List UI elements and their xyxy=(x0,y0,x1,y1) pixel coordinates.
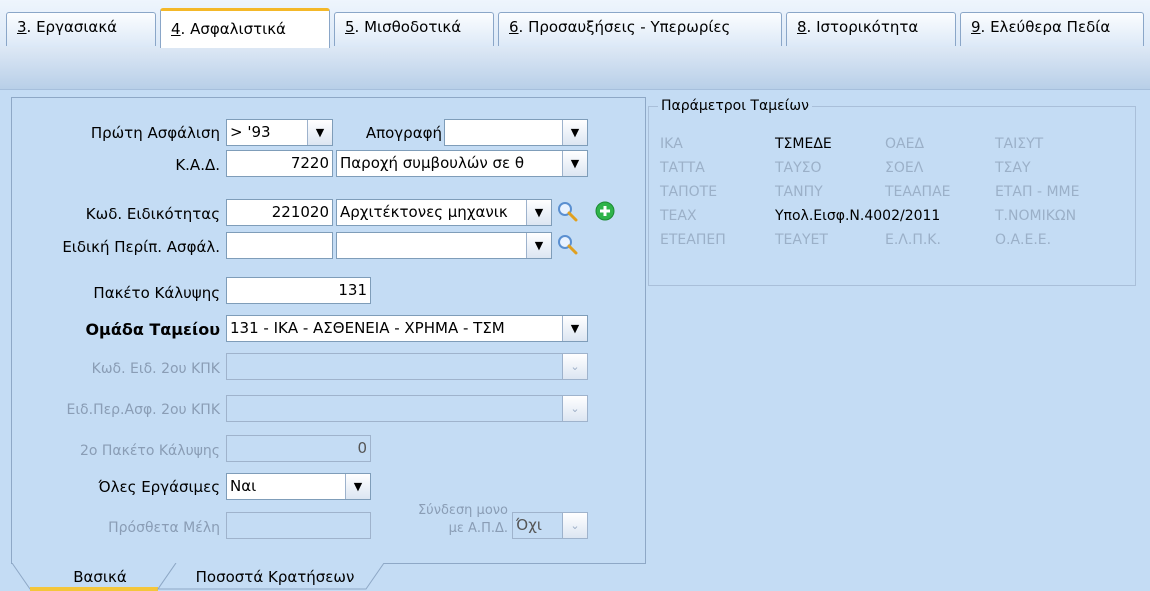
tab-mnemonic: 3 xyxy=(17,18,27,36)
param-elpk: Ε.Λ.Π.Κ. xyxy=(885,232,941,248)
fund-parameters-title: Παράμετροι Ταμείων xyxy=(658,98,812,114)
first-insurance-select[interactable]: > '93 ▼ xyxy=(226,119,333,146)
chevron-down-icon[interactable]: ▼ xyxy=(562,316,587,341)
param-oaee: Ο.Α.Ε.Ε. xyxy=(995,232,1052,248)
coverage-package2-label: 2ο Πακέτο Κάλυψης xyxy=(79,443,220,459)
param-teaapae: ΤΕΑΑΠΑΕ xyxy=(885,184,951,200)
extra-members-input xyxy=(226,512,371,539)
tab-label: . Εργασιακά xyxy=(26,18,118,36)
param-ypol-eisf: Υπολ.Εισφ.Ν.4002/2011 xyxy=(775,208,941,224)
param-tsmede: ΤΣΜΕΔΕ xyxy=(775,136,832,152)
tab-work[interactable]: 3. Εργασιακά xyxy=(6,12,156,46)
bottom-tab-deduction-rates[interactable]: Ποσοστά Κρατήσεων xyxy=(170,565,380,591)
toolbar-band xyxy=(0,47,1150,90)
chevron-down-icon[interactable]: ▼ xyxy=(526,200,551,225)
special-case-desc-select[interactable]: ▼ xyxy=(336,232,552,259)
chevron-down-icon[interactable]: ▼ xyxy=(562,151,587,176)
add-icon[interactable] xyxy=(594,200,616,222)
specialty-label: Κωδ. Ειδικότητας xyxy=(85,205,220,223)
tab-label: . Ιστορικότητα xyxy=(806,18,919,36)
inventory-select[interactable]: ▼ xyxy=(444,119,588,146)
tab-label: . Μισθοδοτικά xyxy=(354,18,462,36)
param-tsay: ΤΣΑΥ xyxy=(995,160,1031,176)
specialty2-select: ⌄ xyxy=(226,353,588,380)
all-workdays-value: Ναι xyxy=(230,477,257,495)
all-workdays-select[interactable]: Ναι ▼ xyxy=(226,473,371,500)
fund-group-value: 131 - ΙΚΑ - ΑΣΘΕΝΕΙΑ - ΧΡΗΜΑ - ΤΣΜ xyxy=(230,319,505,337)
coverage-package-input[interactable]: 131 xyxy=(226,277,371,304)
fund-group-label: Ομάδα Ταμείου xyxy=(85,320,220,339)
specialty-desc-value: Αρχιτέκτονες μηχανικ xyxy=(340,203,508,221)
special-case2-select: ⌄ xyxy=(226,395,588,422)
tab-payroll[interactable]: 5. Μισθοδοτικά xyxy=(334,12,494,46)
chevron-down-icon: ⌄ xyxy=(562,396,587,421)
chevron-down-icon[interactable]: ▼ xyxy=(562,120,587,145)
param-teayet: ΤΕΑΥΕΤ xyxy=(775,232,828,248)
tab-label: . Ασφαλιστικά xyxy=(180,20,286,38)
first-insurance-label: Πρώτη Ασφάλιση xyxy=(90,124,220,142)
chevron-down-icon: ⌄ xyxy=(562,513,587,538)
specialty2-label: Κωδ. Ειδ. 2ου ΚΠΚ xyxy=(91,361,220,377)
search-icon[interactable] xyxy=(556,200,578,222)
tab-mnemonic: 9 xyxy=(971,18,981,36)
coverage-package-label: Πακέτο Κάλυψης xyxy=(93,284,220,302)
tab-mnemonic: 4 xyxy=(171,20,181,38)
tab-insurance[interactable]: 4. Ασφαλιστικά xyxy=(160,8,330,48)
kad-desc-value: Παροχή συμβουλών σε θ xyxy=(340,154,525,172)
special-case-label: Ειδική Περίπ. Ασφάλ. xyxy=(62,238,220,256)
tab-mnemonic: 5 xyxy=(345,18,355,36)
param-t-nomikon: Τ.ΝΟΜΙΚΩΝ xyxy=(995,208,1077,224)
tab-mnemonic: 8 xyxy=(797,18,807,36)
chevron-down-icon[interactable]: ▼ xyxy=(345,474,370,499)
fund-group-select[interactable]: 131 - ΙΚΑ - ΑΣΘΕΝΕΙΑ - ΧΡΗΜΑ - ΤΣΜ ▼ xyxy=(226,315,588,342)
tab-overtime[interactable]: 6. Προσαυξήσεις - Υπερωρίες xyxy=(498,12,782,46)
chevron-down-icon[interactable]: ▼ xyxy=(307,120,332,145)
param-ika: ΙΚΑ xyxy=(660,136,683,152)
specialty-code-input[interactable]: 221020 xyxy=(226,199,333,226)
kad-label: Κ.Α.Δ. xyxy=(175,156,220,174)
coverage-package2-input: 0 xyxy=(226,435,371,462)
chevron-down-icon[interactable]: ▼ xyxy=(526,233,551,258)
all-workdays-label: Όλες Εργάσιμες xyxy=(98,478,220,496)
inventory-label: Απογραφή xyxy=(365,124,442,142)
link-apd-label-line1: Σύνδεση μονο xyxy=(417,503,508,518)
chevron-down-icon: ⌄ xyxy=(562,354,587,379)
special-case2-label: Ειδ.Περ.Ασφ. 2ου ΚΠΚ xyxy=(66,402,220,418)
kad-code-input[interactable]: 7220 xyxy=(226,150,333,177)
param-tayso: ΤΑΥΣΟ xyxy=(775,160,822,176)
link-apd-value: Όχι xyxy=(516,516,542,534)
param-teax: ΤΕΑΧ xyxy=(660,208,697,224)
bottom-tab-basic[interactable]: Βασικά xyxy=(40,565,160,591)
param-eteapep: ΕΤΕΑΠΕΠ xyxy=(660,232,726,248)
param-tanpy: ΤΑΝΠΥ xyxy=(775,184,823,200)
tab-free-fields[interactable]: 9. Ελεύθερα Πεδία xyxy=(960,12,1144,46)
param-tatta: ΤΑΤΤΑ xyxy=(660,160,705,176)
top-tab-strip: 3. Εργασιακά 4. Ασφαλιστικά 5. Μισθοδοτι… xyxy=(0,0,1150,48)
param-oaed: ΟΑΕΔ xyxy=(885,136,925,152)
tab-label: . Ελεύθερα Πεδία xyxy=(980,18,1111,36)
tab-history[interactable]: 8. Ιστορικότητα xyxy=(786,12,956,46)
link-apd-label-line2: με Α.Π.Δ. xyxy=(448,521,508,536)
param-etap-mme: ΕΤΑΠ - ΜΜΕ xyxy=(995,184,1080,200)
first-insurance-value: > '93 xyxy=(230,123,271,141)
param-taisyt: ΤΑΙΣΥΤ xyxy=(995,136,1044,152)
specialty-desc-select[interactable]: Αρχιτέκτονες μηχανικ ▼ xyxy=(336,199,552,226)
param-tapote: ΤΑΠΟΤΕ xyxy=(660,184,718,200)
kad-desc-select[interactable]: Παροχή συμβουλών σε θ ▼ xyxy=(336,150,588,177)
param-soel: ΣΟΕΛ xyxy=(885,160,924,176)
link-apd-select: Όχι ⌄ xyxy=(512,512,588,539)
search-icon[interactable] xyxy=(556,233,578,255)
tab-label: . Προσαυξήσεις - Υπερωρίες xyxy=(518,18,731,36)
tab-mnemonic: 6 xyxy=(509,18,519,36)
special-case-code-input[interactable] xyxy=(226,232,333,259)
extra-members-label: Πρόσθετα Μέλη xyxy=(108,520,220,536)
